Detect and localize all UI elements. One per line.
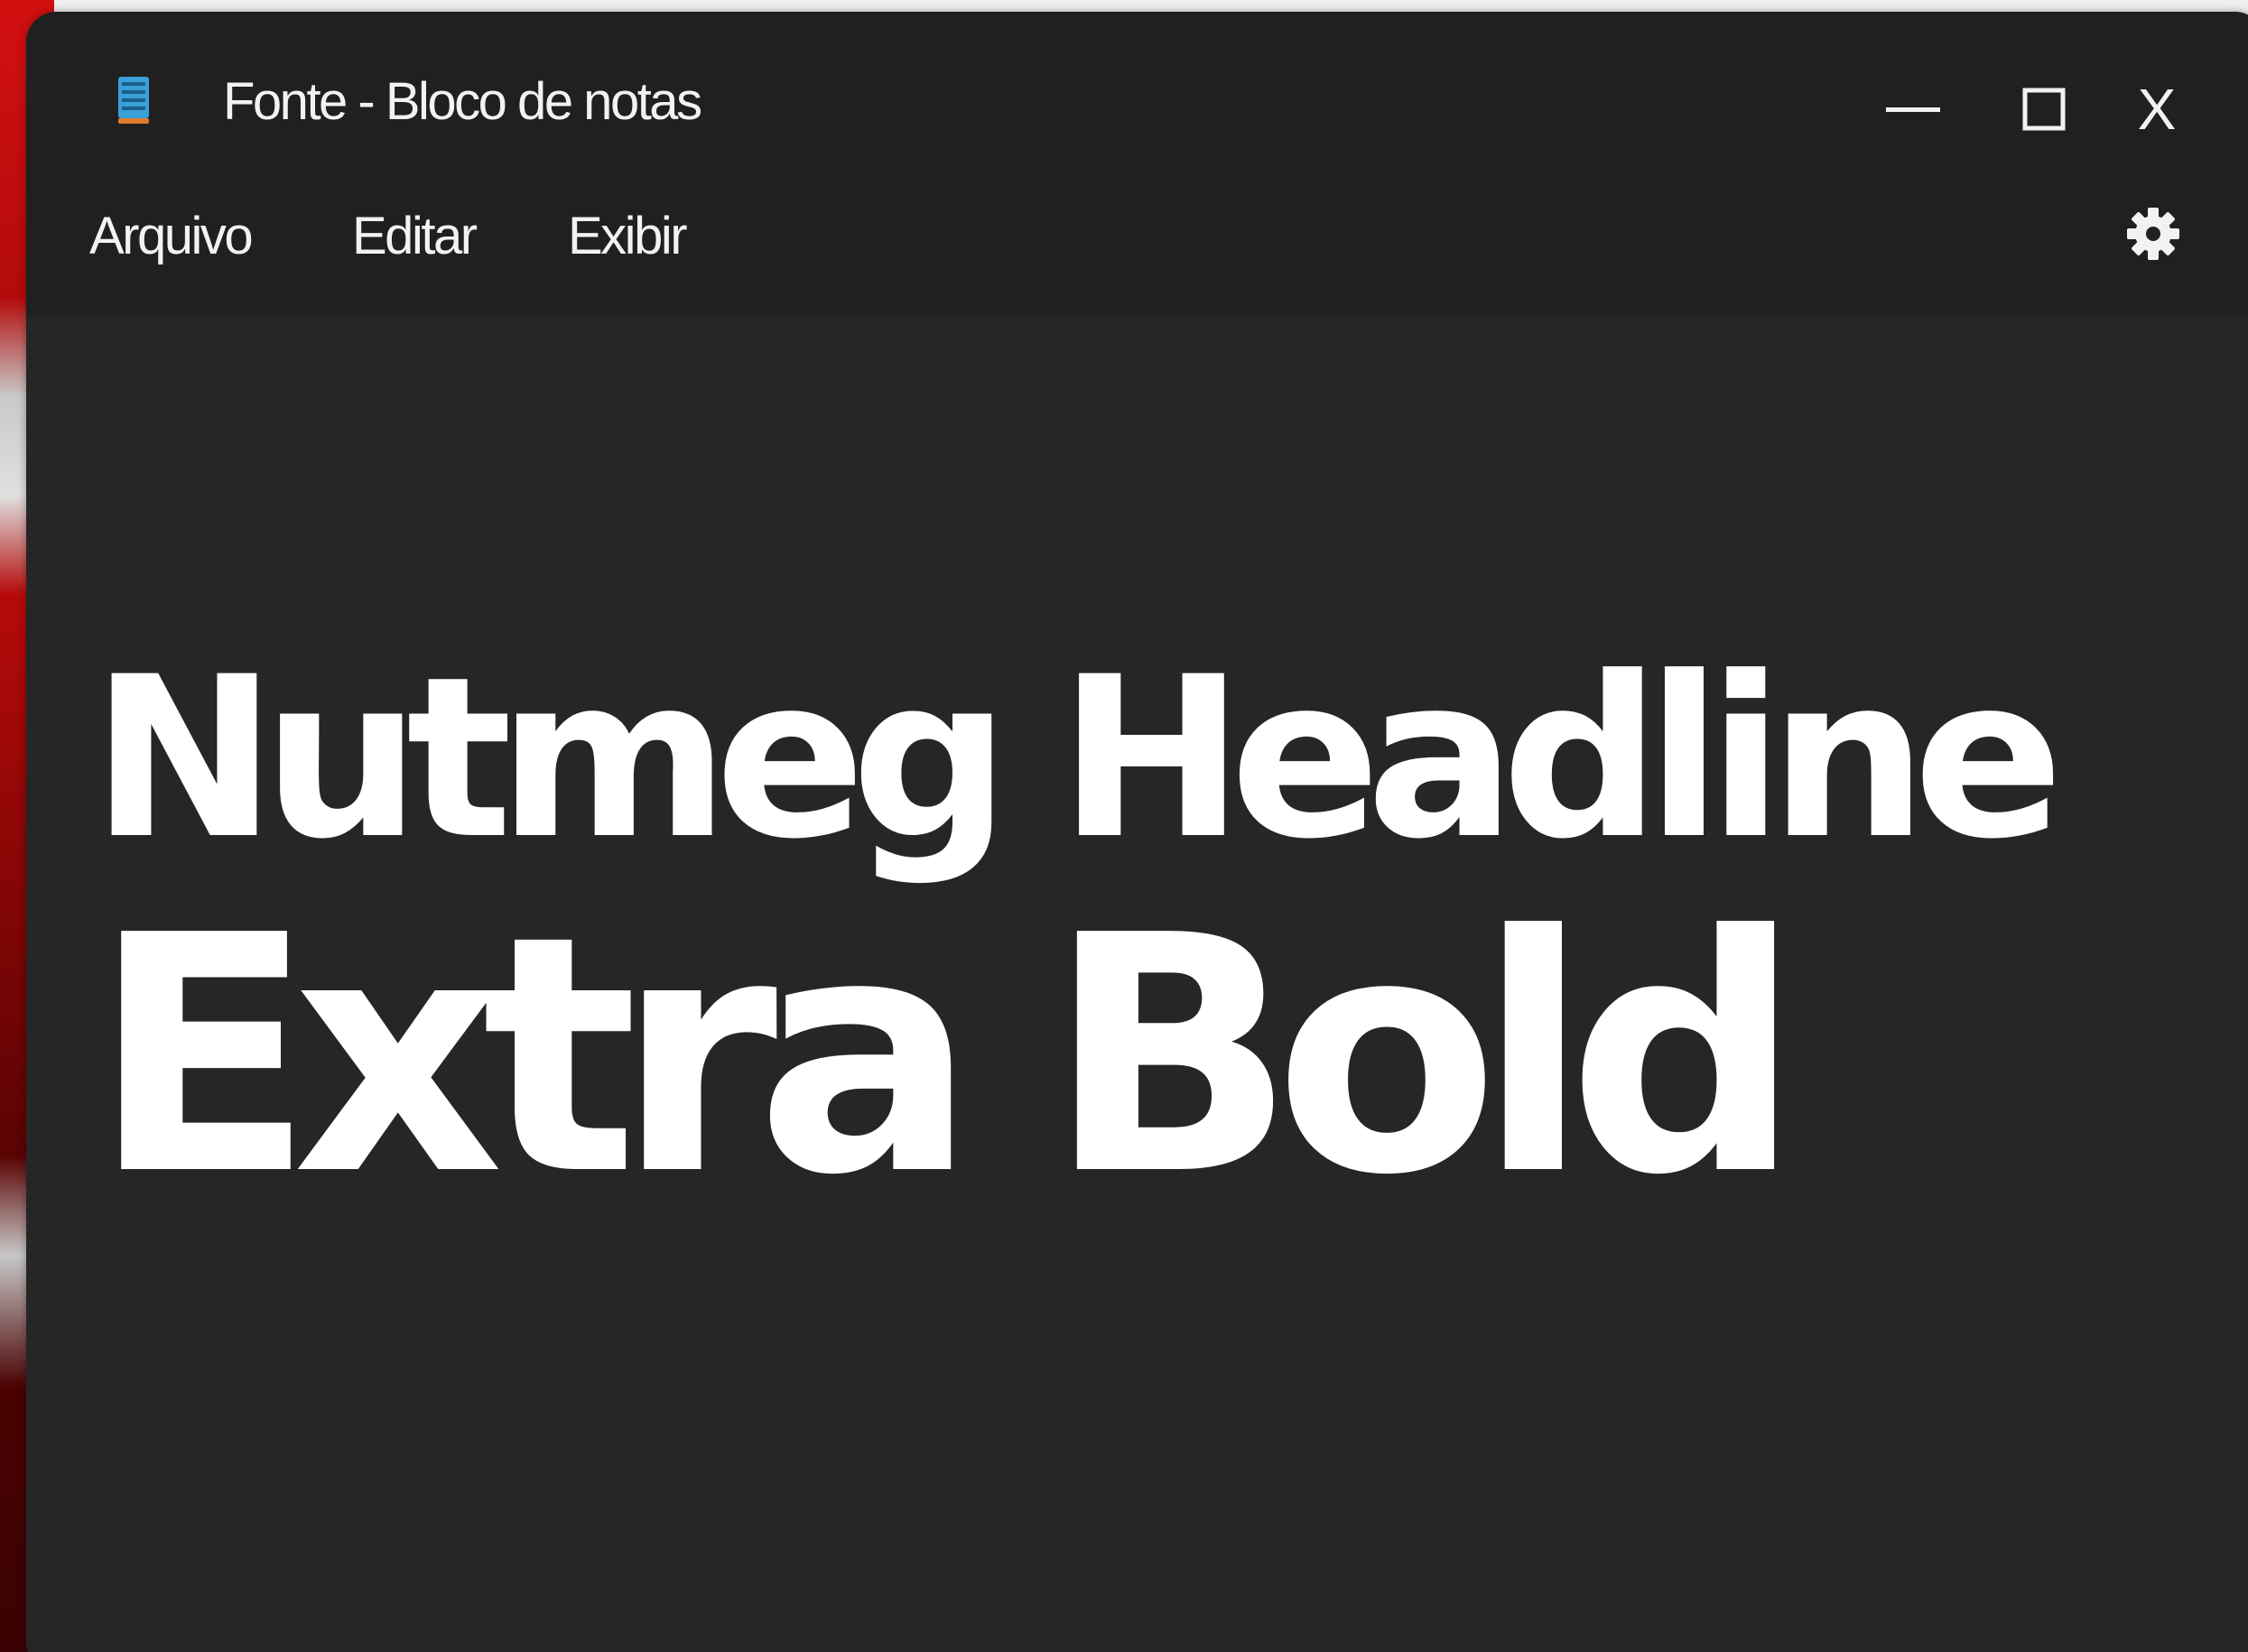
menu-arquivo[interactable]: Arquivo <box>89 205 254 268</box>
document-line: Extra Bold <box>91 867 1801 1247</box>
document-line: Nutmeg Headline <box>91 630 2064 888</box>
menu-bar: Arquivo Editar Exibir <box>26 181 2248 317</box>
menu-exibir[interactable]: Exibir <box>568 205 688 268</box>
notepad-window: Fonte - Bloco de notas X Arquivo Editar … <box>26 12 2248 1652</box>
close-button[interactable]: X <box>2112 64 2202 154</box>
window-title: Fonte - Bloco de notas <box>223 72 702 131</box>
settings-button[interactable] <box>2117 198 2189 270</box>
minimize-icon <box>1886 107 1940 112</box>
notepad-icon <box>116 75 151 125</box>
minimize-button[interactable] <box>1868 64 1958 154</box>
gear-icon <box>2127 208 2179 260</box>
close-icon: X <box>2137 77 2177 142</box>
menu-editar[interactable]: Editar <box>352 205 478 268</box>
text-editor[interactable]: Nutmeg Headline Extra Bold <box>26 317 2248 1652</box>
maximize-button[interactable] <box>1999 64 2089 154</box>
title-bar[interactable]: Fonte - Bloco de notas X <box>26 12 2248 181</box>
desktop-strip <box>54 0 2248 13</box>
maximize-icon <box>2022 88 2066 131</box>
